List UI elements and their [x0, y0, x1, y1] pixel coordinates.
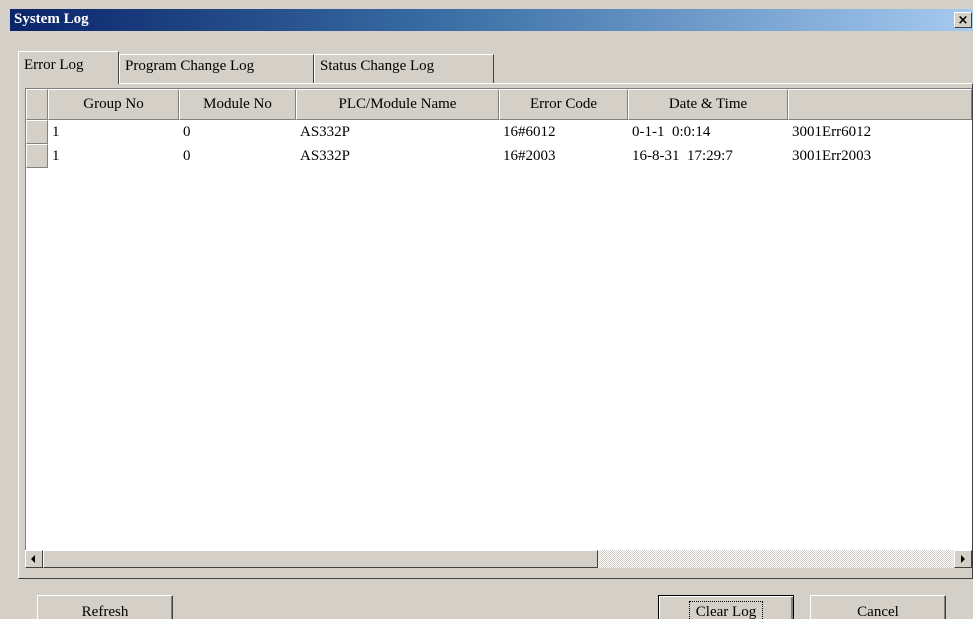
system-log-dialog: System Log × Error Log Program Change Lo…	[0, 0, 973, 619]
cell-description: 3001Err2003	[792, 148, 872, 164]
cell-module-no: 0	[183, 124, 191, 140]
table-row[interactable]: 1 0 AS332P 16#2003 16-8-31 17:29:7 3001E…	[26, 144, 972, 168]
clear-log-button[interactable]: Clear Log	[658, 595, 794, 619]
close-icon[interactable]: ×	[954, 12, 972, 28]
header-corner	[26, 89, 48, 120]
window-title: System Log	[14, 11, 89, 27]
header-plc-module-name[interactable]: PLC/Module Name	[296, 89, 499, 120]
clear-log-label: Clear Log	[688, 601, 764, 619]
cell-description: 3001Err6012	[792, 124, 872, 140]
title-bar[interactable]: System Log ×	[10, 9, 973, 31]
tab-error-log[interactable]: Error Log	[18, 51, 119, 84]
error-log-table[interactable]: Group No Module No PLC/Module Name Error…	[25, 88, 972, 550]
header-group-no[interactable]: Group No	[48, 89, 179, 120]
cell-plc-module-name: AS332P	[300, 124, 351, 140]
scroll-thumb[interactable]	[43, 550, 598, 568]
row-selector[interactable]	[26, 144, 48, 168]
arrow-right-icon	[961, 555, 965, 563]
header-description[interactable]	[788, 89, 972, 120]
cell-plc-module-name: AS332P	[300, 148, 351, 164]
cell-error-code: 16#6012	[503, 124, 556, 140]
refresh-button[interactable]: Refresh	[37, 595, 173, 619]
scroll-right-button[interactable]	[954, 550, 972, 568]
tab-strip: Error Log Program Change Log Status Chan…	[18, 51, 494, 84]
cell-module-no: 0	[183, 148, 191, 164]
error-log-panel: Group No Module No PLC/Module Name Error…	[18, 83, 973, 579]
row-selector[interactable]	[26, 120, 48, 144]
table-header: Group No Module No PLC/Module Name Error…	[26, 89, 972, 120]
cell-date-time: 0-1-1 0:0:14	[632, 124, 711, 140]
scroll-left-button[interactable]	[25, 550, 43, 568]
table-row[interactable]: 1 0 AS332P 16#6012 0-1-1 0:0:14 3001Err6…	[26, 120, 972, 144]
dialog-body: Error Log Program Change Log Status Chan…	[10, 31, 973, 619]
cell-error-code: 16#2003	[503, 148, 556, 164]
cell-group-no: 1	[52, 124, 60, 140]
cancel-button[interactable]: Cancel	[810, 595, 946, 619]
header-date-time[interactable]: Date & Time	[628, 89, 788, 120]
header-module-no[interactable]: Module No	[179, 89, 296, 120]
cell-group-no: 1	[52, 148, 60, 164]
arrow-left-icon	[31, 555, 35, 563]
tab-program-change-log[interactable]: Program Change Log	[119, 54, 314, 84]
horizontal-scrollbar[interactable]	[25, 550, 972, 568]
tab-status-change-log[interactable]: Status Change Log	[314, 54, 494, 84]
header-error-code[interactable]: Error Code	[499, 89, 628, 120]
cell-date-time: 16-8-31 17:29:7	[632, 148, 733, 164]
